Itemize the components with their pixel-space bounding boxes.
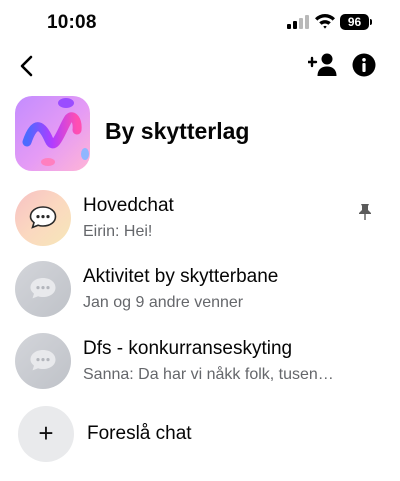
plus-icon: + [38, 418, 54, 448]
chat-last-message: Jan og 9 andre venner [83, 294, 244, 311]
chat-row-aktivitet[interactable]: Aktivitet by skytterbane Jan og 9 andre … [0, 259, 400, 319]
pin-icon [359, 204, 371, 220]
chat-bubble-icon [29, 206, 57, 229]
battery-level: 96 [347, 15, 362, 29]
status-bar: 10:08 96 [0, 0, 400, 46]
chat-name: Hovedchat [83, 195, 174, 216]
chat-row-dfs[interactable]: Dfs - konkurranseskyting Sanna: Da har v… [0, 331, 400, 391]
group-title: By skytterlag [105, 118, 250, 144]
add-person-icon[interactable] [308, 52, 338, 78]
signal-icon [287, 15, 309, 29]
battery-tip [370, 19, 372, 25]
group-avatar[interactable] [15, 96, 90, 171]
chat-avatar [15, 333, 71, 389]
status-time: 10:08 [47, 12, 97, 33]
battery-icon: 96 [340, 14, 369, 30]
chat-bubble-icon [30, 278, 56, 299]
chat-avatar [15, 261, 71, 317]
chat-bubble-icon [30, 350, 56, 371]
wifi-icon [315, 13, 335, 29]
chat-name: Aktivitet by skytterbane [83, 266, 279, 287]
chat-name: Dfs - konkurranseskyting [83, 338, 293, 359]
back-chevron-icon[interactable] [13, 52, 41, 80]
suggest-chat-label: Foreslå chat [87, 423, 192, 444]
chat-last-message: Eirin: Hei! [83, 223, 153, 240]
plus-circle: + [18, 406, 74, 462]
chat-row-hovedchat[interactable]: Hovedchat Eirin: Hei! [0, 188, 400, 248]
group-avatar-art [15, 96, 90, 171]
group-chat-screen: 10:08 96 By skytterlag Hovedchat Eirin: … [0, 0, 400, 481]
info-icon[interactable] [352, 53, 376, 77]
chat-avatar [15, 190, 71, 246]
suggest-chat-button[interactable]: + Foreslå chat [0, 406, 400, 464]
chat-last-message: Sanna: Da har vi nåkk folk, tusen… [83, 366, 334, 383]
